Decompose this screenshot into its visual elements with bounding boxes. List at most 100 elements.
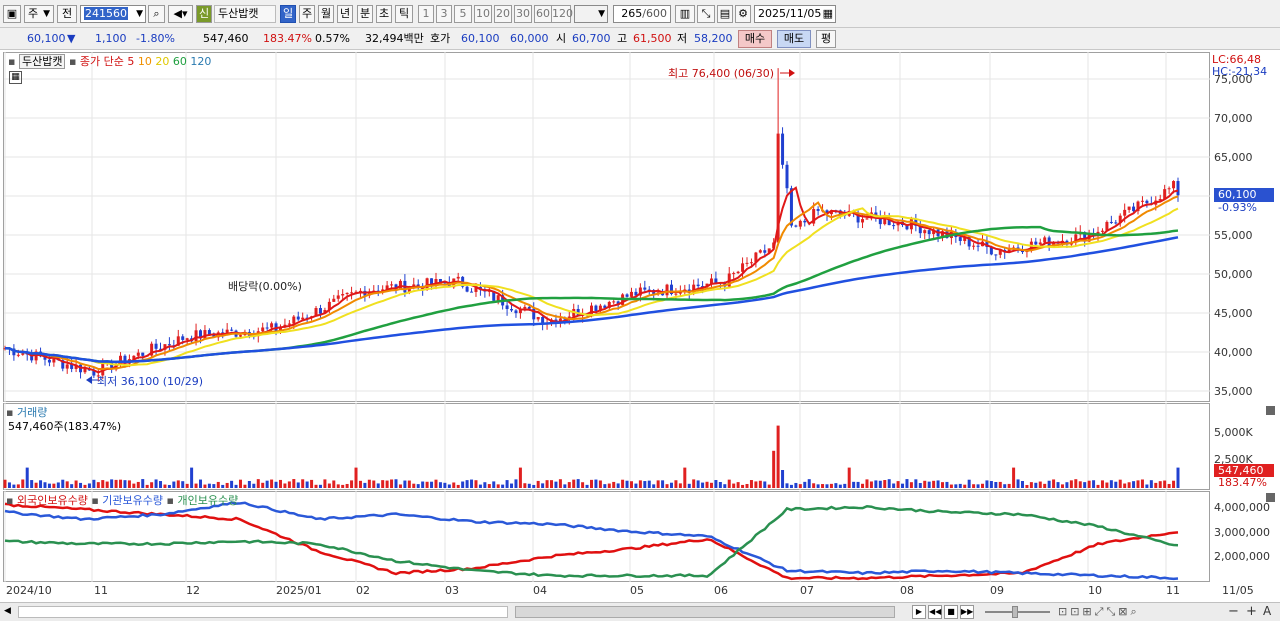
candle-body <box>745 262 749 264</box>
xtick: 2025/01 <box>276 584 322 597</box>
ytick: 50,000 <box>1214 268 1253 281</box>
candle-body <box>994 254 998 256</box>
volume-bar <box>252 483 256 488</box>
candle-body <box>536 316 540 320</box>
scrollbar[interactable]: ◀ ▶ ◀◀ ■ ▶▶ ⊡⊡⊞⤢⤡⊠⌕ − + A <box>0 602 1280 621</box>
volume-bar <box>278 479 282 488</box>
volume-bar <box>909 482 913 488</box>
volume-bar <box>1043 483 1047 488</box>
volume-bar <box>394 479 398 488</box>
volume-bar <box>123 480 127 488</box>
volume-bar <box>1029 482 1033 488</box>
volume-bar <box>607 483 611 488</box>
volume-bar <box>238 479 242 488</box>
candle-body <box>523 306 527 309</box>
zoom-slider-handle[interactable] <box>1012 606 1018 618</box>
candle-body <box>629 291 633 297</box>
xtick: 11/05 <box>1222 584 1254 597</box>
candle-body <box>238 335 242 337</box>
volume-bar <box>47 483 51 488</box>
volume-bar <box>181 481 185 488</box>
volume-bar <box>723 484 727 488</box>
xtick: 2024/10 <box>6 584 52 597</box>
volume-bar <box>994 482 998 488</box>
volume-bar <box>1092 480 1096 488</box>
candle-body <box>261 327 265 332</box>
panel-close-icon[interactable] <box>1266 406 1275 415</box>
volume-bar <box>692 479 696 488</box>
volume-bar <box>985 480 989 488</box>
ytick: 75,000 <box>1214 73 1253 86</box>
volume-bar <box>256 479 260 488</box>
volume-bar <box>1132 481 1136 488</box>
volume-bar <box>492 481 496 488</box>
volume-bar <box>554 481 558 488</box>
candle-body <box>345 292 349 295</box>
volume-bar <box>629 481 633 488</box>
volume-bar <box>132 483 136 488</box>
volume-bar <box>412 483 416 488</box>
volume-bar <box>669 482 673 488</box>
rewind-icon[interactable]: ◀◀ <box>928 605 942 619</box>
scroll-left-icon[interactable]: ◀ <box>4 606 11 616</box>
low-arrow-head <box>86 376 92 384</box>
volume-bar <box>332 480 336 488</box>
volume-bar <box>536 480 540 488</box>
volume-bar <box>514 479 518 488</box>
forward-icon[interactable]: ▶▶ <box>960 605 974 619</box>
volume-bar <box>869 481 873 488</box>
volume-bar <box>927 481 931 488</box>
volume-bar <box>296 482 300 488</box>
volume-bar <box>861 483 865 488</box>
square-icon: ▪ <box>68 55 77 68</box>
volume-bar <box>52 483 56 488</box>
candle-body <box>696 284 700 287</box>
volume-bar <box>434 479 438 488</box>
tool-icons[interactable]: ⊡⊡⊞⤢⤡⊠⌕ <box>1058 605 1140 619</box>
square-icon: ▪ <box>91 494 99 507</box>
candle-body <box>270 323 274 328</box>
volume-bar <box>39 480 43 488</box>
volume-bar <box>1056 482 1060 488</box>
volume-bar <box>656 480 660 488</box>
play-icon[interactable]: ▶ <box>912 605 926 619</box>
xtick: 09 <box>990 584 1004 597</box>
font-size-icon[interactable]: A <box>1263 604 1271 618</box>
scroll-thumb[interactable] <box>515 606 895 618</box>
zoom-in-icon[interactable]: + <box>1246 604 1257 619</box>
grid-icon[interactable]: ▦ <box>9 71 22 84</box>
candle-body <box>927 230 931 235</box>
legend-stock-name[interactable]: 두산밥캣 <box>18 54 66 69</box>
candle-body <box>496 295 500 301</box>
candle-body <box>803 220 807 223</box>
volume-bar <box>998 481 1002 488</box>
volume-bar <box>216 481 220 488</box>
volume-bar <box>665 484 669 488</box>
candle-body <box>714 278 718 283</box>
volume-bar <box>558 479 562 488</box>
scroll-track[interactable] <box>18 606 508 618</box>
candle-body <box>794 225 798 227</box>
candle-body <box>136 352 140 356</box>
volume-bar <box>318 484 322 488</box>
volume-bar <box>945 481 949 488</box>
volume-bar <box>585 484 589 488</box>
volume-bar <box>1145 484 1149 488</box>
candle-body <box>976 245 980 247</box>
zoom-out-icon[interactable]: − <box>1228 604 1239 619</box>
candle-body <box>181 336 185 340</box>
volume-bar <box>1149 480 1153 488</box>
stop-icon[interactable]: ■ <box>944 605 958 619</box>
volume-bar <box>390 479 394 488</box>
volume-bar <box>1163 480 1167 488</box>
candle-body <box>1140 200 1144 202</box>
chart-canvas[interactable] <box>0 0 1280 621</box>
volume-bar <box>79 482 83 488</box>
volume-bar <box>145 484 149 488</box>
candle-body <box>510 309 514 311</box>
volume-bar <box>247 480 251 488</box>
legend-institution: 기관보유수량 <box>102 494 164 507</box>
volume-bar <box>21 479 25 488</box>
volume-bar <box>518 467 522 488</box>
candle-body <box>785 164 789 189</box>
